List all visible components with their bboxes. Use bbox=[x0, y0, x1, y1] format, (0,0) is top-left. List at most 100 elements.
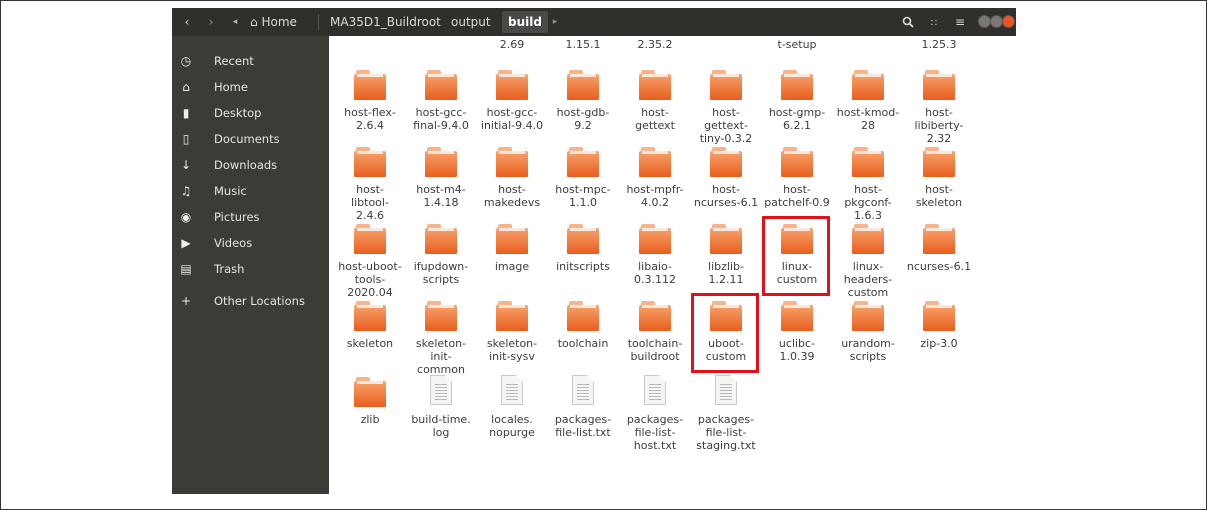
folder-item-skeleton[interactable]: skeleton bbox=[330, 299, 410, 374]
sidebar-item-recent[interactable]: ◷ Recent bbox=[172, 50, 329, 72]
forward-button[interactable]: › bbox=[200, 11, 222, 33]
folder-item-image[interactable]: image bbox=[472, 222, 552, 297]
sidebar-item-downloads[interactable]: ↓ Downloads bbox=[172, 154, 329, 176]
folder-icon bbox=[567, 299, 599, 331]
chevron-left-icon: ‹ bbox=[184, 15, 190, 29]
folder-icon bbox=[923, 145, 955, 177]
item-label-line: skeleton bbox=[346, 337, 394, 350]
folder-item-host-libiberty-2-32[interactable]: host-libiberty- 2.32 bbox=[899, 68, 979, 145]
folder-item-urandom-scripts[interactable]: urandom-scripts bbox=[828, 299, 908, 374]
partial-item-label[interactable]: 2.35.2 bbox=[615, 38, 695, 51]
folder-item-host-mpfr-4-0-2[interactable]: host-mpfr- 4.0.2 bbox=[615, 145, 695, 220]
folder-icon bbox=[496, 299, 528, 331]
crumb-output[interactable]: output bbox=[445, 11, 497, 33]
file-item-packages-file-list-txt[interactable]: packages-file-list.txt bbox=[543, 375, 623, 450]
item-label: urandom-scripts bbox=[828, 337, 908, 363]
folder-item-host-m4-1-4-18[interactable]: host-m4- 1.4.18 bbox=[401, 145, 481, 220]
item-label-line: custom bbox=[847, 286, 889, 299]
folder-item-toolchain-buildroot[interactable]: toolchain-buildroot bbox=[615, 299, 695, 374]
item-label-line: host-gcc- bbox=[486, 106, 538, 119]
view-toggle-button[interactable]: ∷ bbox=[923, 11, 945, 33]
sidebar: ◷ Recent ⌂ Home ▮ Desktop ▯ Documents ↓ Downloads… bbox=[172, 36, 329, 494]
close-button[interactable] bbox=[1002, 15, 1015, 28]
sidebar-item-label: Trash bbox=[214, 262, 245, 276]
crumb-scroll-right-button[interactable]: ▸ bbox=[548, 11, 562, 33]
crumb-scroll-left-button[interactable]: ◂ bbox=[228, 11, 242, 33]
sidebar-item-pictures[interactable]: ◉ Pictures bbox=[172, 206, 329, 228]
item-label-line: packages- bbox=[626, 413, 684, 426]
file-item-packages-file-list-staging-txt[interactable]: packages-file-list-staging.txt bbox=[686, 375, 766, 452]
folder-item-host-gcc-initial-9-4-0[interactable]: host-gcc-initial-9.4.0 bbox=[472, 68, 552, 143]
hamburger-menu-icon: ≡ bbox=[954, 15, 966, 29]
folder-item-libzlib-1-2-11[interactable]: libzlib- 1.2.11 bbox=[686, 222, 766, 297]
sidebar-item-trash[interactable]: ▤ Trash bbox=[172, 258, 329, 280]
partial-item-label[interactable]: t-setup bbox=[757, 38, 837, 51]
item-label-line: linux- bbox=[852, 260, 884, 273]
folder-icon bbox=[425, 145, 457, 177]
folder-item-host-skeleton[interactable]: host-skeleton bbox=[899, 145, 979, 220]
folder-item-libaio-0-3-112[interactable]: libaio- 0.3.112 bbox=[615, 222, 695, 297]
item-label: initscripts bbox=[543, 260, 623, 273]
file-item-packages-file-list-host-txt[interactable]: packages-file-list-host.txt bbox=[615, 375, 695, 452]
crumb-build[interactable]: build bbox=[502, 11, 548, 33]
partial-item-label[interactable]: 2.69 bbox=[472, 38, 552, 51]
folder-item-ifupdown-scripts[interactable]: ifupdown-scripts bbox=[401, 222, 481, 297]
item-label: uclibc- 1.0.39 bbox=[757, 337, 837, 363]
folder-item-uclibc-1-0-39[interactable]: uclibc- 1.0.39 bbox=[757, 299, 837, 374]
plus-icon: + bbox=[180, 294, 192, 308]
sidebar-item-documents[interactable]: ▯ Documents bbox=[172, 128, 329, 150]
item-label: toolchain bbox=[543, 337, 623, 350]
folder-item-host-gcc-final-9-4-0[interactable]: host-gcc-final-9.4.0 bbox=[401, 68, 481, 143]
partial-item-label[interactable]: 1.25.3 bbox=[899, 38, 979, 51]
sidebar-item-music[interactable]: ♫ Music bbox=[172, 180, 329, 202]
item-label-line: scripts bbox=[422, 273, 460, 286]
folder-item-initscripts[interactable]: initscripts bbox=[543, 222, 623, 297]
item-label: packages-file-list.txt bbox=[543, 413, 623, 439]
item-label-line: host.txt bbox=[633, 439, 677, 452]
home-icon: ⌂ bbox=[250, 15, 258, 29]
folder-item-host-ncurses-6-1[interactable]: host-ncurses-6.1 bbox=[686, 145, 766, 220]
folder-item-toolchain[interactable]: toolchain bbox=[543, 299, 623, 374]
folder-item-linux-headers-custom[interactable]: linux-headers-custom bbox=[828, 222, 908, 299]
crumb-ma35d1-buildroot[interactable]: MA35D1_Buildroot bbox=[324, 11, 447, 33]
crumb-home[interactable]: ⌂ Home bbox=[244, 11, 303, 33]
folder-item-host-libtool-2-4-6[interactable]: host-libtool- 2.4.6 bbox=[330, 145, 410, 222]
folder-item-host-patchelf-0-9[interactable]: host-patchelf-0.9 bbox=[757, 145, 837, 220]
folder-item-host-gettext-tiny-0-3-2[interactable]: host-gettext-tiny-0.3.2 bbox=[686, 68, 766, 145]
item-label: skeleton-init-common bbox=[401, 337, 481, 376]
item-label-line: uclibc- bbox=[778, 337, 816, 350]
folder-item-host-gmp-6-2-1[interactable]: host-gmp- 6.2.1 bbox=[757, 68, 837, 143]
folder-item-host-flex-2-6-4[interactable]: host-flex- 2.6.4 bbox=[330, 68, 410, 143]
item-label: host-libiberty- 2.32 bbox=[899, 106, 979, 145]
folder-item-skeleton-init-common[interactable]: skeleton-init-common bbox=[401, 299, 481, 376]
folder-item-ncurses-6-1[interactable]: ncurses-6.1 bbox=[899, 222, 979, 297]
folder-item-skeleton-init-sysv[interactable]: skeleton-init-sysv bbox=[472, 299, 552, 374]
sidebar-item-other-locations[interactable]: + Other Locations bbox=[172, 290, 329, 312]
folder-item-host-mpc-1-1-0[interactable]: host-mpc- 1.1.0 bbox=[543, 145, 623, 220]
folder-item-zip-3-0[interactable]: zip-3.0 bbox=[899, 299, 979, 374]
item-label-line: libaio- bbox=[638, 260, 672, 273]
back-button[interactable]: ‹ bbox=[176, 11, 198, 33]
folder-item-host-kmod-28[interactable]: host-kmod- 28 bbox=[828, 68, 908, 143]
item-label-line: image bbox=[494, 260, 530, 273]
file-item-build-time-log[interactable]: build-time. log bbox=[401, 375, 481, 450]
sidebar-item-desktop[interactable]: ▮ Desktop bbox=[172, 102, 329, 124]
item-label: libzlib- 1.2.11 bbox=[686, 260, 766, 286]
item-label-line: ifupdown- bbox=[413, 260, 469, 273]
folder-icon bbox=[354, 299, 386, 331]
folder-item-host-uboot-tools-2020-04[interactable]: host-uboot-tools- 2020.04 bbox=[330, 222, 410, 299]
menu-button[interactable]: ≡ bbox=[949, 11, 971, 33]
sidebar-item-home[interactable]: ⌂ Home bbox=[172, 76, 329, 98]
folder-item-host-gdb-9-2[interactable]: host-gdb- 9.2 bbox=[543, 68, 623, 143]
folder-icon bbox=[639, 145, 671, 177]
search-button[interactable] bbox=[897, 11, 919, 33]
text-file-icon bbox=[567, 375, 599, 407]
sidebar-item-videos[interactable]: ▶ Videos bbox=[172, 232, 329, 254]
folder-item-host-pkgconf-1-6-3[interactable]: host-pkgconf- 1.6.3 bbox=[828, 145, 908, 222]
partial-item-label[interactable]: 1.15.1 bbox=[543, 38, 623, 51]
folder-item-host-makedevs[interactable]: host-makedevs bbox=[472, 145, 552, 220]
item-label-line: host-gdb- bbox=[556, 106, 610, 119]
file-item-locales-nopurge[interactable]: locales. nopurge bbox=[472, 375, 552, 450]
folder-item-zlib[interactable]: zlib bbox=[330, 375, 410, 450]
folder-item-host-gettext[interactable]: host-gettext bbox=[615, 68, 695, 143]
